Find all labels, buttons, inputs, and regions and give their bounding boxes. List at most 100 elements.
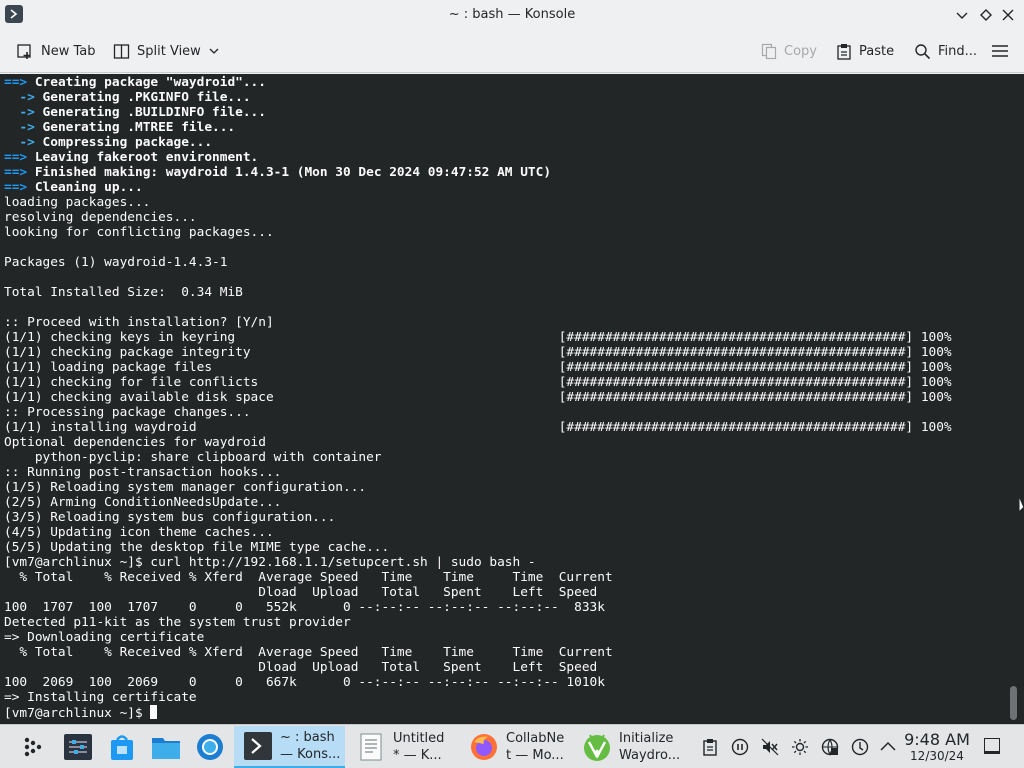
terminal-line: -> Compressing package... — [4, 135, 213, 150]
terminal-scrollbar[interactable] — [1010, 686, 1017, 720]
chromium-browser-icon[interactable] — [195, 732, 225, 762]
terminal-line: [vm7@archlinux ~]$ curl http://192.168.1… — [4, 555, 536, 570]
firefox-task-icon — [470, 733, 498, 761]
title-bar[interactable]: ~ : bash — Konsole — [0, 0, 1024, 30]
new-tab-label: New Tab — [41, 43, 96, 59]
clock-time: 9:48 AM — [904, 730, 970, 749]
terminal-output: ==> Creating package "waydroid"... -> Ge… — [4, 75, 1004, 721]
new-tab-icon — [17, 44, 31, 59]
terminal-line: (5/5) Updating the desktop file MIME typ… — [4, 540, 390, 555]
terminal-line: (2/5) Arming ConditionNeedsUpdate... — [4, 495, 282, 510]
paste-label: Paste — [859, 43, 895, 59]
chevron-up-icon[interactable] — [879, 738, 897, 756]
terminal-line: (1/1) checking package integrity [######… — [4, 345, 952, 360]
paste-icon — [837, 43, 851, 60]
show-desktop-button[interactable] — [984, 738, 1000, 754]
terminal-line: Dload Upload Total Spent Left Speed — [4, 585, 598, 600]
task-label: Initialize Waydro... — [619, 731, 681, 763]
terminal-line: (1/5) Reloading system manager configura… — [4, 480, 367, 495]
terminal-line: Optional dependencies for waydroid — [4, 435, 266, 450]
terminal-line: => Installing certificate — [4, 690, 197, 705]
terminal-line: (1/1) checking keys in keyring [########… — [4, 330, 952, 345]
new-tab-button[interactable]: New Tab — [16, 39, 96, 63]
terminal-line: % Total % Received % Xferd Average Speed… — [4, 570, 613, 585]
network-icon[interactable] — [821, 738, 839, 756]
terminal-line: => Downloading certificate — [4, 630, 205, 645]
find-button[interactable]: Find... — [914, 39, 977, 63]
brightness-icon[interactable] — [791, 738, 809, 756]
terminal-line: (1/1) checking available disk space [###… — [4, 390, 952, 405]
find-label: Find... — [938, 43, 978, 59]
application-launcher-icon[interactable] — [18, 732, 48, 762]
shell-prompt: [vm7@archlinux ~]$ — [4, 706, 151, 721]
terminal-line: (4/5) Updating icon theme caches... — [4, 525, 274, 540]
konsole-task-icon — [244, 732, 272, 760]
task-label: CollabNe t — Mo... — [506, 731, 565, 763]
terminal-line: (3/5) Reloading system bus configuration… — [4, 510, 336, 525]
terminal-line: :: Running post-transaction hooks... — [4, 465, 282, 480]
updates-icon[interactable] — [851, 738, 869, 756]
media-player-icon[interactable] — [731, 738, 749, 756]
terminal-prompt-line[interactable]: [vm7@archlinux ~]$ — [4, 705, 1004, 721]
clock[interactable]: 9:48 AM 12/30/24 — [903, 730, 971, 764]
terminal-line: % Total % Received % Xferd Average Speed… — [4, 645, 613, 660]
terminal-line: -> Generating .MTREE file... — [4, 120, 236, 135]
volume-muted-icon[interactable] — [761, 738, 779, 756]
copy-icon — [761, 43, 777, 59]
terminal-line: Total Installed Size: 0.34 MiB — [4, 285, 243, 300]
split-view-label: Split View — [137, 43, 201, 59]
maximize-button[interactable] — [977, 6, 995, 24]
copy-label: Copy — [784, 43, 817, 59]
text-cursor — [150, 705, 158, 719]
terminal-line: resolving dependencies... — [4, 210, 197, 225]
discover-store-icon[interactable] — [107, 732, 137, 762]
terminal-line: -> Generating .PKGINFO file... — [4, 90, 251, 105]
task-label: ~ : bash — Kons... — [280, 730, 341, 762]
task-kwrite[interactable]: Untitled * — K... — [347, 726, 458, 768]
copy-button[interactable]: Copy — [761, 39, 817, 63]
paste-button[interactable]: Paste — [836, 39, 894, 63]
terminal-line: :: Processing package changes... — [4, 405, 251, 420]
terminal-line: ==> Cleaning up... — [4, 180, 143, 195]
split-view-button[interactable]: Split View — [113, 39, 219, 63]
terminal-line: :: Proceed with installation? [Y/n] — [4, 315, 274, 330]
terminal-line: 100 1707 100 1707 0 0 552k 0 --:--:-- --… — [4, 600, 605, 615]
terminal-line: ==> Leaving fakeroot environment. — [4, 150, 259, 165]
chevron-down-icon — [209, 48, 219, 54]
terminal-line: (1/1) installing waydroid [#############… — [4, 420, 952, 435]
close-button[interactable] — [999, 6, 1017, 24]
minimize-button[interactable] — [953, 6, 971, 24]
text-editor-task-icon — [357, 733, 385, 761]
terminal-line: python-pyclip: share clipboard with cont… — [4, 450, 382, 465]
terminal-line: ==> Finished making: waydroid 1.4.3-1 (M… — [4, 165, 552, 180]
hamburger-menu-icon — [992, 45, 1008, 57]
task-firefox[interactable]: CollabNe t — Mo... — [460, 726, 571, 768]
terminal-line: loading packages... — [4, 195, 151, 210]
waydroid-task-icon — [583, 733, 611, 761]
terminal-line: (1/1) loading package files [###########… — [4, 360, 952, 375]
task-waydroid[interactable]: Initialize Waydro... — [573, 726, 684, 768]
toolbar: New Tab Split View Copy Paste Find... — [0, 30, 1024, 73]
terminal-line: Detected p11-kit as the system trust pro… — [4, 615, 351, 630]
task-konsole[interactable]: ~ : bash — Kons... — [234, 726, 345, 768]
file-manager-icon[interactable] — [151, 732, 181, 762]
system-settings-icon[interactable] — [63, 732, 93, 762]
clipboard-icon[interactable] — [701, 738, 719, 756]
terminal-line: looking for conflicting packages... — [4, 225, 274, 240]
terminal-line: -> Generating .BUILDINFO file... — [4, 105, 266, 120]
clock-date: 12/30/24 — [910, 749, 964, 763]
taskbar: ~ : bash — Kons... Untitled * — K... Col… — [0, 724, 1024, 768]
terminal-line: Packages (1) waydroid-1.4.3-1 — [4, 255, 228, 270]
terminal-line: Dload Upload Total Spent Left Speed — [4, 660, 598, 675]
hamburger-menu-button[interactable] — [991, 39, 1016, 63]
terminal-line: (1/1) checking for file conflicts [#####… — [4, 375, 952, 390]
terminal-view[interactable]: ==> Creating package "waydroid"... -> Ge… — [0, 74, 1024, 724]
split-view-icon — [113, 43, 130, 59]
terminal-line: 100 2069 100 2069 0 0 667k 0 --:--:-- --… — [4, 675, 605, 690]
search-icon — [915, 43, 931, 59]
task-label: Untitled * — K... — [393, 731, 445, 763]
terminal-line: ==> Creating package "waydroid"... — [4, 75, 266, 90]
window-title: ~ : bash — Konsole — [448, 7, 576, 22]
